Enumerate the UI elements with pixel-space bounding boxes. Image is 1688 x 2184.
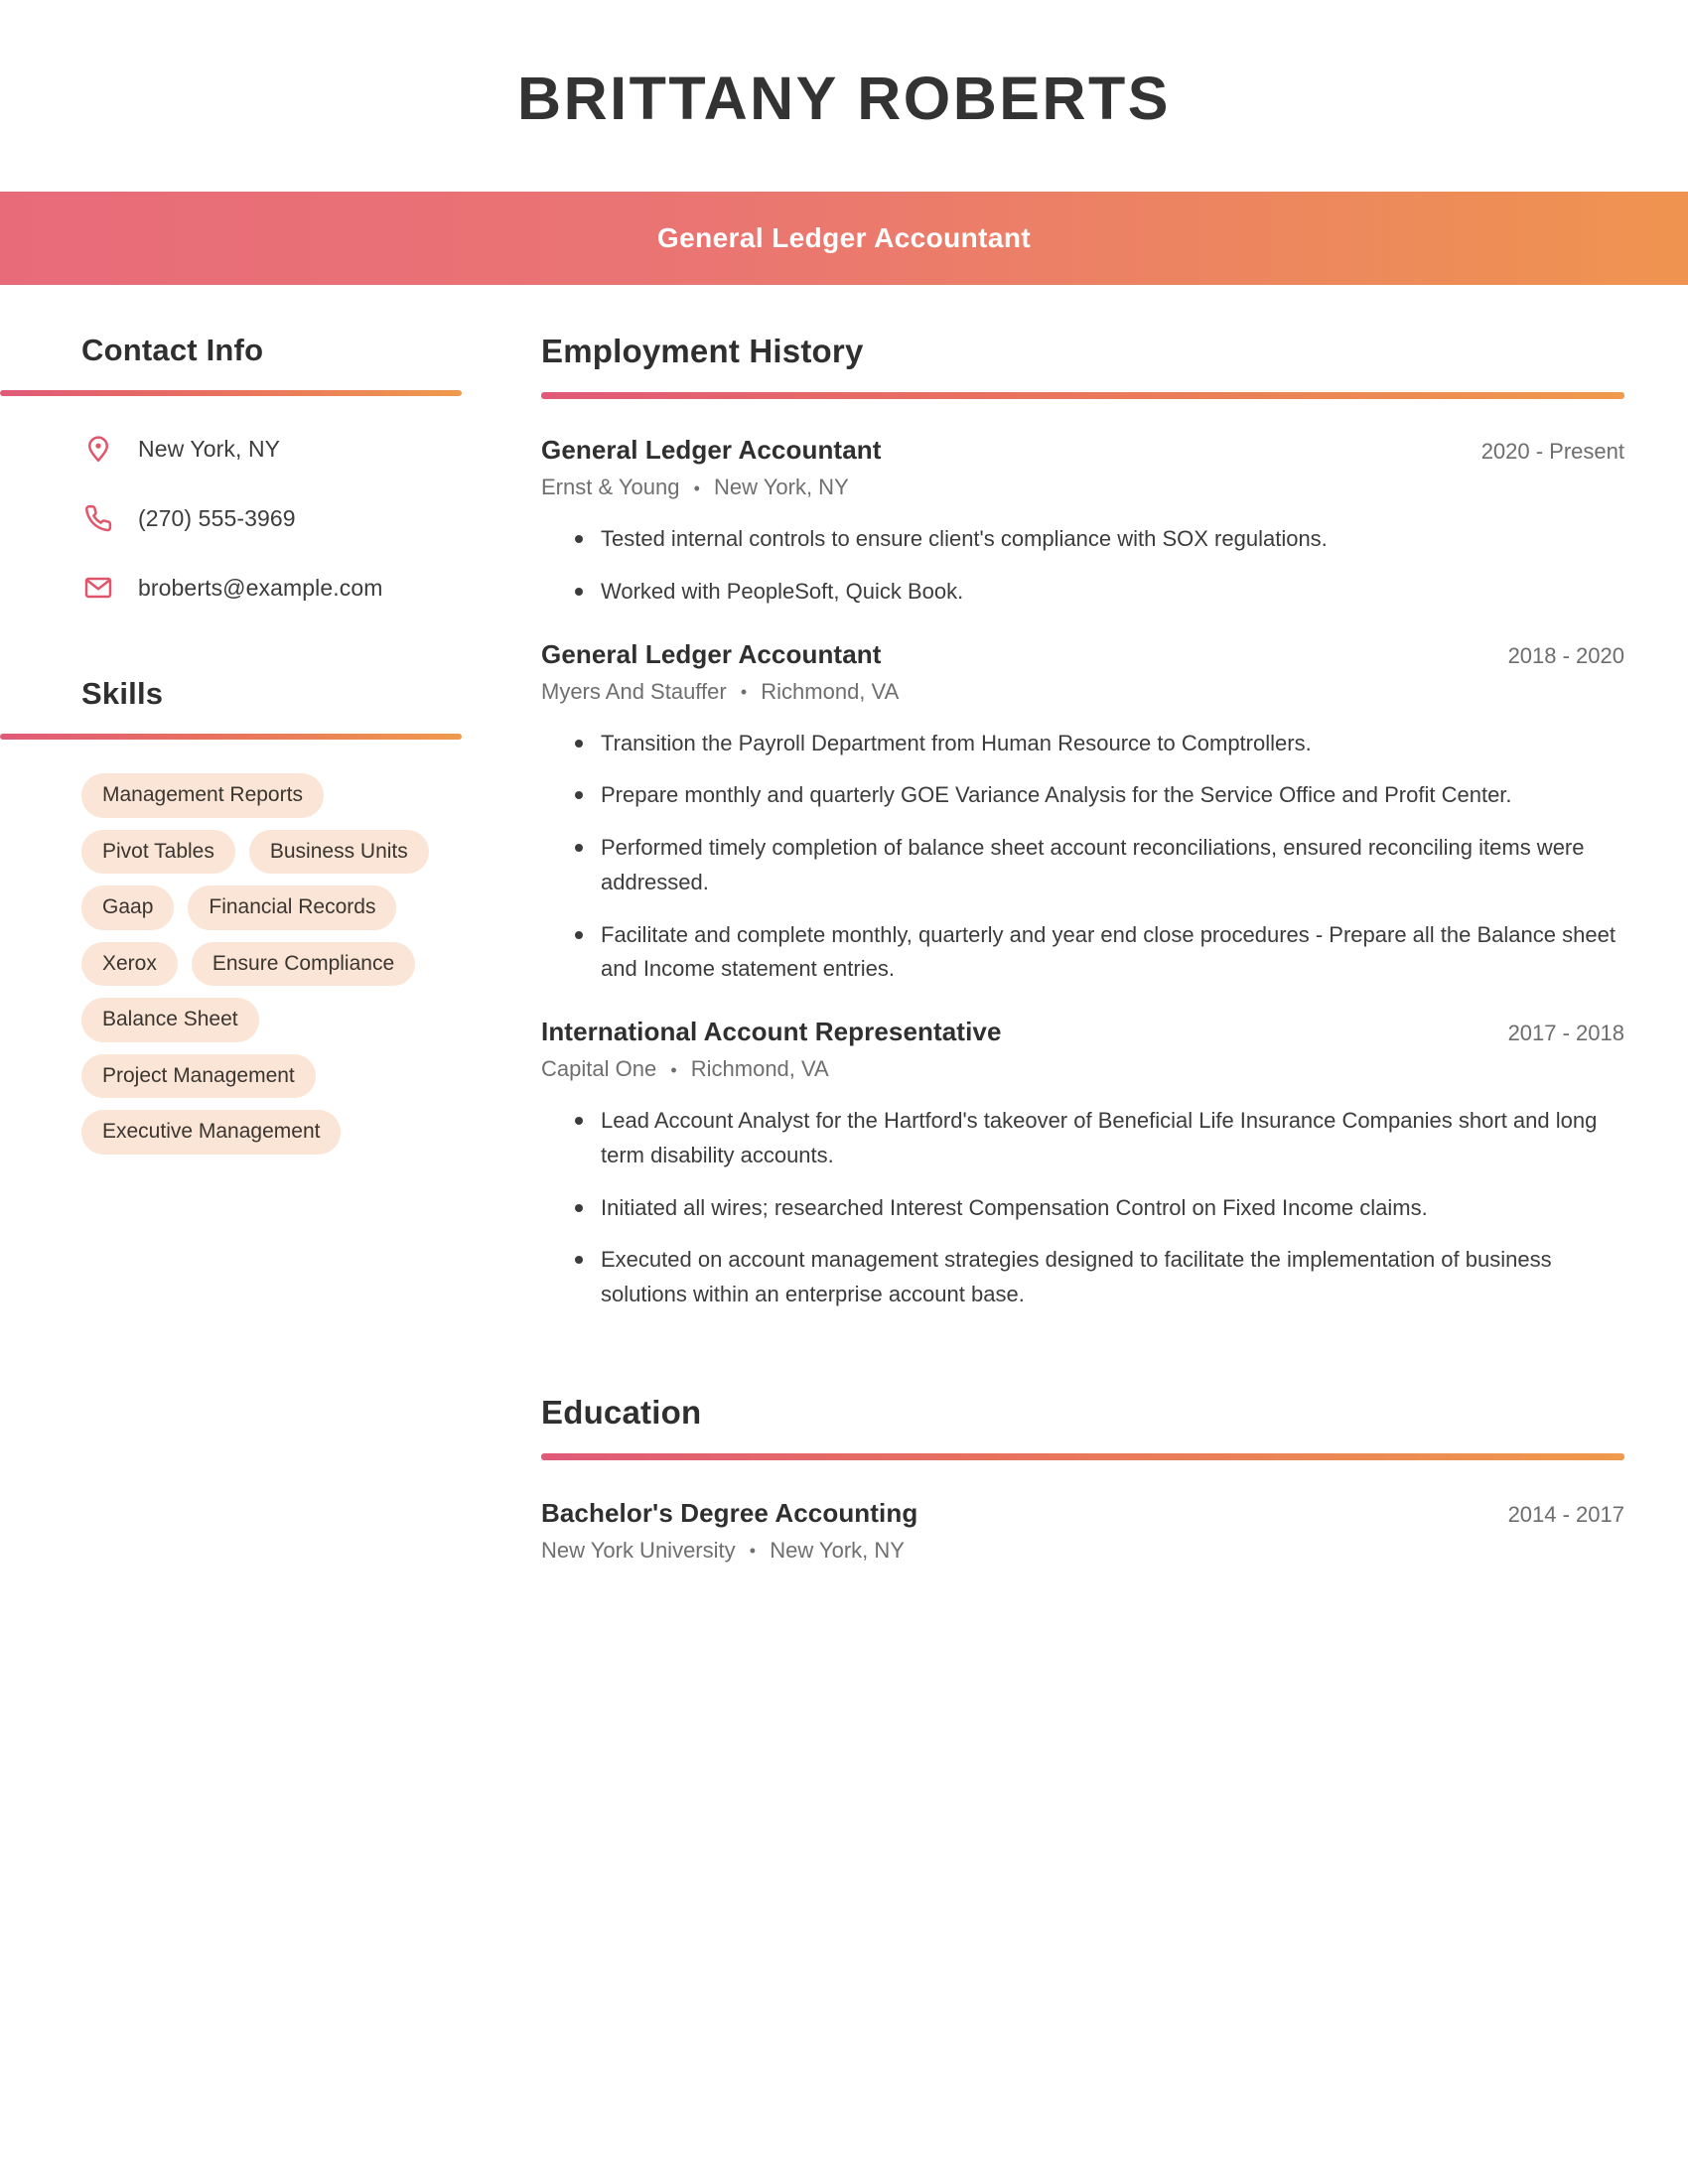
skill-chip: Management Reports [81, 773, 324, 818]
entry-bullet: Facilitate and complete monthly, quarter… [575, 918, 1624, 988]
email-envelope-icon [81, 571, 115, 605]
employment-entry: General Ledger Accountant 2020 - Present… [541, 435, 1624, 610]
entry-company: Myers And Stauffer [541, 678, 727, 704]
entry-role: General Ledger Accountant [541, 638, 882, 669]
entry-company: Capital One [541, 1056, 657, 1081]
entry-header: General Ledger Accountant 2018 - 2020 [541, 639, 1624, 670]
job-title: General Ledger Accountant [656, 222, 1032, 253]
school-location: New York University • New York, NY [541, 1538, 1624, 1564]
entry-role: General Ledger Accountant [541, 435, 882, 465]
sidebar: Contact Info New York, NY (270) 555-3969… [0, 285, 541, 1155]
entry-header: Bachelor's Degree Accounting 2014 - 2017 [541, 1498, 1624, 1529]
entry-location: Richmond, VA [761, 678, 900, 704]
entry-company-location: Myers And Stauffer • Richmond, VA [541, 679, 1624, 705]
entry-bullet: Worked with PeopleSoft, Quick Book. [575, 575, 1624, 610]
entry-bullet: Lead Account Analyst for the Hartford's … [575, 1104, 1624, 1173]
entry-bullet: Prepare monthly and quarterly GOE Varian… [575, 778, 1624, 813]
skill-chip: Gaap [81, 886, 175, 930]
contact-list: New York, NY (270) 555-3969 broberts@exa… [81, 432, 541, 605]
skill-chip: Project Management [81, 1053, 316, 1099]
phone-icon [81, 501, 115, 535]
education-entry: Bachelor's Degree Accounting 2014 - 2017… [541, 1498, 1624, 1564]
entry-bullet: Tested internal controls to ensure clien… [575, 522, 1624, 557]
entry-bullets: Lead Account Analyst for the Hartford's … [541, 1104, 1624, 1312]
employment-entry: International Account Representative 201… [541, 1017, 1624, 1312]
skill-chip: Pivot Tables [81, 829, 235, 875]
employment-history-section: Employment History General Ledger Accoun… [541, 333, 1624, 1312]
main-content: Employment History General Ledger Accoun… [541, 285, 1688, 1564]
education-divider [541, 1452, 1624, 1460]
entry-company-location: Ernst & Young • New York, NY [541, 475, 1624, 500]
bullet-separator-icon: • [693, 478, 700, 498]
contact-location-text: New York, NY [138, 435, 281, 462]
entry-company-location: Capital One • Richmond, VA [541, 1056, 1624, 1082]
degree-dates: 2014 - 2017 [1507, 1501, 1624, 1527]
employment-history-heading: Employment History [541, 333, 864, 369]
entry-bullet: Transition the Payroll Department from H… [575, 727, 1624, 761]
contact-email-text: broberts@example.com [138, 574, 383, 601]
entry-header: General Ledger Accountant 2020 - Present [541, 435, 1624, 466]
degree-title: Bachelor's Degree Accounting [541, 1497, 918, 1528]
entry-header: International Account Representative 201… [541, 1017, 1624, 1047]
entry-dates: 2017 - 2018 [1507, 1021, 1624, 1045]
contact-info-section: Contact Info New York, NY (270) 555-3969… [0, 333, 541, 605]
entry-role: International Account Representative [541, 1017, 1002, 1046]
skill-chip: Financial Records [188, 886, 397, 930]
entry-location: New York, NY [714, 475, 849, 499]
entry-bullet: Executed on account management strategie… [575, 1243, 1624, 1312]
skills-heading: Skills [81, 676, 164, 711]
resume-body: Contact Info New York, NY (270) 555-3969… [0, 285, 1688, 1564]
resume-page: BRITTANY ROBERTS General Ledger Accounta… [0, 0, 1688, 2184]
education-heading: Education [541, 1393, 702, 1431]
entry-bullet: Performed timely completion of balance s… [575, 831, 1624, 900]
bullet-separator-icon: • [670, 1059, 677, 1080]
bullet-separator-icon: • [749, 1541, 757, 1562]
entry-bullets: Transition the Payroll Department from H… [541, 727, 1624, 988]
employment-history-divider [541, 392, 1624, 399]
skill-chip: Business Units [248, 829, 429, 875]
school-location-text: New York, NY [770, 1537, 905, 1563]
contact-info-divider [0, 390, 462, 396]
page-title: BRITTANY ROBERTS [517, 65, 1171, 132]
contact-item-phone: (270) 555-3969 [81, 501, 541, 535]
skills-section: Skills Management Reports Pivot Tables B… [0, 676, 541, 1155]
resume-header: BRITTANY ROBERTS [0, 0, 1688, 192]
employment-entries: General Ledger Accountant 2020 - Present… [541, 435, 1624, 1312]
skill-chip: Xerox [81, 941, 178, 987]
entry-company: Ernst & Young [541, 475, 680, 499]
skill-chip: Executive Management [81, 1110, 342, 1155]
entry-bullets: Tested internal controls to ensure clien… [541, 522, 1624, 610]
skill-chip: Ensure Compliance [191, 941, 416, 987]
skills-list: Management Reports Pivot Tables Business… [81, 773, 469, 1155]
skill-chip: Balance Sheet [81, 998, 259, 1042]
location-pin-icon [81, 432, 115, 466]
employment-entry: General Ledger Accountant 2018 - 2020 My… [541, 639, 1624, 988]
education-section: Education Bachelor's Degree Accounting 2… [541, 1394, 1624, 1564]
school-name: New York University [541, 1537, 736, 1563]
entry-dates: 2020 - Present [1480, 439, 1624, 464]
contact-info-heading: Contact Info [81, 333, 264, 367]
entry-location: Richmond, VA [690, 1056, 829, 1081]
bullet-separator-icon: • [740, 682, 748, 703]
entry-bullet: Initiated all wires; researched Interest… [575, 1191, 1624, 1226]
contact-item-email: broberts@example.com [81, 571, 541, 605]
entry-dates: 2018 - 2020 [1507, 642, 1624, 668]
contact-item-location: New York, NY [81, 432, 541, 466]
skills-divider [0, 734, 462, 740]
job-title-banner: General Ledger Accountant [0, 192, 1688, 285]
contact-phone-text: (270) 555-3969 [138, 504, 296, 531]
